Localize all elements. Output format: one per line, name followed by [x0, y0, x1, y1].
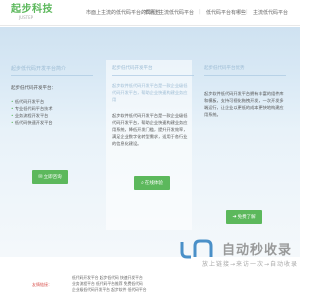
nav-link-2[interactable]: 市场上主流低代码平台 [144, 9, 194, 16]
column-body-text: 起步软件低代码开发平台拥有丰富的组件库和模板，支持可视化拖拽开发，一次开发多端运… [204, 91, 284, 117]
site-logo[interactable]: 起步科技 JUSTEP [11, 4, 53, 20]
feature-list: 低代码开发平台 专业低代码平台技术 业务流程开发平台 低代码快速开发平台 [11, 98, 91, 126]
nav-divider: | [134, 9, 136, 15]
logo-main-text: 起步科技 [11, 4, 53, 15]
watermark-logo-icon [180, 239, 213, 259]
feature-column-platform: 起步低代码开发平台 起步软件低代码开发平台是一款企业级低代码开发平台，帮助企业快… [106, 60, 194, 230]
watermark-title: 自动秒收录 [222, 243, 293, 258]
friend-links-label: 友情链接： [32, 282, 52, 287]
consult-button-label: 立即咨询 [43, 175, 62, 180]
column-intro-text: 起步低代码开发平台： [11, 86, 56, 91]
site-header: 起步科技 JUSTEP 市面上主流的低代码平台的局限性 | 市场上主流低代码平台… [0, 0, 300, 26]
nav-divider: | [246, 9, 248, 15]
column-title-text: 起步低代码开发平台 [112, 66, 153, 71]
nav-divider: | [199, 9, 201, 15]
feature-column-intro: 起步低代码开发平台简介 起步低代码开发平台： 低代码开发平台 专业低代码平台技术… [7, 60, 93, 230]
feature-list-item: 低代码开发平台 [11, 98, 91, 105]
column-description: 起步软件低代码开发平台是一款企业级低代码开发平台，帮助企业快速构建业务应用 [112, 83, 188, 102]
friend-links: 低代码开发平台 起步低代码 快速开发平台 业务流程平台 低代码平台推荐 免费低代… [72, 275, 147, 293]
site-footer: 友情链接： 低代码开发平台 起步低代码 快速开发平台 业务流程平台 低代码平台推… [0, 272, 300, 300]
friend-link[interactable]: 企业级低代码开发平台 起步软件 低代码平台 [72, 287, 147, 293]
learn-more-button-label: 免费了解 [237, 215, 256, 220]
chat-icon: ✉ [38, 174, 43, 180]
column-title: 起步低代码开发平台 [112, 60, 194, 76]
learn-more-button[interactable]: ➜免费了解 [226, 210, 262, 224]
feature-list-item: 低代码快速开发平台 [11, 119, 91, 126]
column-title-text: 起步低代码平台优势 [204, 66, 245, 71]
arrow-icon: ➜ [232, 214, 237, 220]
watermark-subtitle: 放上链接→来访一次→自动收录 [202, 261, 299, 268]
nav-link-3[interactable]: 低代码平台有哪些 [206, 9, 246, 16]
trial-button[interactable]: ⌕在线体验 [134, 176, 170, 190]
column-body-text: 起步软件低代码开发平台是一款企业级低代码开发平台，帮助企业快速构建业务应用系统，… [112, 113, 188, 146]
feature-list-item: 业务流程开发平台 [11, 112, 91, 119]
logo-sub-text: JUSTEP [19, 15, 34, 20]
column-title-text: 起步低代码开发平台简介 [11, 66, 67, 72]
feature-list-item: 专业低代码平台技术 [11, 105, 91, 112]
watermark: 自动秒收录 放上链接→来访一次→自动收录 [178, 236, 303, 274]
consult-button[interactable]: ✉立即咨询 [32, 170, 68, 184]
nav-link-4[interactable]: 主流低代码平台 [253, 9, 288, 16]
column-title: 起步低代码平台优势 [204, 60, 286, 76]
feature-column-advantages: 起步低代码平台优势 起步软件低代码开发平台拥有丰富的组件库和模板，支持可视化拖拽… [200, 60, 286, 230]
search-icon: ⌕ [141, 180, 144, 186]
trial-button-label: 在线体验 [144, 181, 163, 186]
column-title: 起步低代码开发平台简介 [11, 60, 93, 76]
